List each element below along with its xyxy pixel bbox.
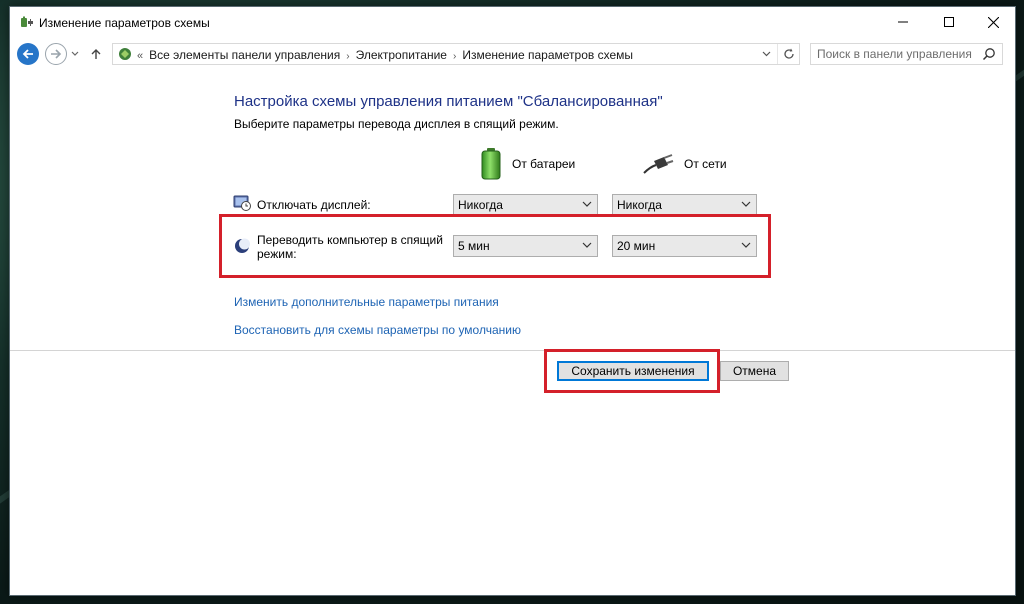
recent-locations-button[interactable] xyxy=(68,42,82,66)
battery-icon xyxy=(481,148,501,180)
advanced-power-settings-link[interactable]: Изменить дополнительные параметры питани… xyxy=(234,295,499,309)
minimize-button[interactable] xyxy=(880,7,926,37)
sleep-battery-value: 5 мин xyxy=(458,239,490,253)
chevron-down-icon xyxy=(71,51,79,56)
chevron-down-icon xyxy=(762,51,770,57)
title-bar: Изменение параметров схемы xyxy=(10,7,1015,37)
display-off-battery-value: Никогда xyxy=(458,198,503,212)
search-box[interactable] xyxy=(810,43,1003,65)
sleep-label-line2: режим: xyxy=(257,247,297,261)
display-off-plugged-select[interactable]: Никогда xyxy=(612,194,757,216)
turn-off-display-label: Отключать дисплей: xyxy=(257,198,371,212)
main-content: Настройка схемы управления питанием "Сба… xyxy=(10,69,1015,595)
content-divider xyxy=(10,350,1015,351)
display-off-plugged-value: Никогда xyxy=(617,198,662,212)
address-history-button[interactable] xyxy=(757,44,775,64)
chevron-down-icon xyxy=(741,201,751,207)
address-bar[interactable]: « Все элементы панели управления › Электроп… xyxy=(112,43,800,65)
search-input[interactable] xyxy=(817,46,977,62)
page-subtitle: Выберите параметры перевода дисплея в сп… xyxy=(234,117,559,131)
cancel-button[interactable]: Отмена xyxy=(720,361,789,381)
sleep-plugged-value: 20 мин xyxy=(617,239,656,253)
breadcrumb-all-control-panel-items[interactable]: Все элементы панели управления xyxy=(149,48,340,62)
forward-arrow-icon xyxy=(45,43,67,65)
close-icon xyxy=(987,16,999,28)
refresh-icon xyxy=(783,48,794,59)
battery-column-header: От батареи xyxy=(480,147,575,181)
breadcrumb-edit-plan-settings[interactable]: Изменение параметров схемы xyxy=(462,48,633,62)
sleep-label-line1: Переводить компьютер в спящий xyxy=(257,233,443,247)
refresh-button[interactable] xyxy=(777,44,799,64)
power-options-icon xyxy=(21,16,33,27)
back-arrow-icon xyxy=(17,43,39,65)
sleep-plugged-select[interactable]: 20 мин xyxy=(612,235,757,257)
up-arrow-icon xyxy=(91,49,101,59)
battery-column-label: От батареи xyxy=(512,157,576,171)
chevron-down-icon xyxy=(741,242,751,248)
control-panel-window: Изменение параметров схемы « Все элемент… xyxy=(9,6,1016,596)
forward-button[interactable] xyxy=(44,42,68,66)
up-button[interactable] xyxy=(86,42,106,66)
breadcrumb-separator-icon: › xyxy=(452,51,457,62)
breadcrumb-overflow-icon: « xyxy=(137,50,144,62)
restore-defaults-link[interactable]: Восстановить для схемы параметры по умол… xyxy=(234,323,521,337)
search-icon[interactable] xyxy=(982,47,996,61)
back-button[interactable] xyxy=(16,42,40,66)
plugged-column-header: От сети xyxy=(642,147,727,181)
close-button[interactable] xyxy=(970,7,1015,37)
display-timer-icon xyxy=(233,195,251,211)
sleep-moon-icon xyxy=(235,238,250,253)
navigation-bar: « Все элементы панели управления › Электроп… xyxy=(10,39,1015,69)
page-title: Настройка схемы управления питанием "Сба… xyxy=(234,93,663,110)
window-title: Изменение параметров схемы xyxy=(39,16,210,30)
chevron-down-icon xyxy=(582,201,592,207)
control-panel-icon xyxy=(119,48,131,60)
breadcrumb-separator-icon: › xyxy=(346,51,350,62)
breadcrumb-power-options[interactable]: Электропитание xyxy=(356,48,447,62)
power-plug-icon xyxy=(643,154,674,174)
save-changes-button[interactable]: Сохранить изменения xyxy=(557,361,709,381)
chevron-down-icon xyxy=(582,242,592,248)
sleep-battery-select[interactable]: 5 мин xyxy=(453,235,598,257)
minimize-icon xyxy=(898,21,908,23)
breadcrumb: « Все элементы панели управления › Электроп… xyxy=(137,48,633,62)
sleep-label: Переводить компьютер в спящий режим: xyxy=(257,233,443,261)
display-off-battery-select[interactable]: Никогда xyxy=(453,194,598,216)
maximize-button[interactable] xyxy=(926,7,972,37)
maximize-icon xyxy=(944,17,954,27)
plugged-column-label: От сети xyxy=(684,157,727,171)
